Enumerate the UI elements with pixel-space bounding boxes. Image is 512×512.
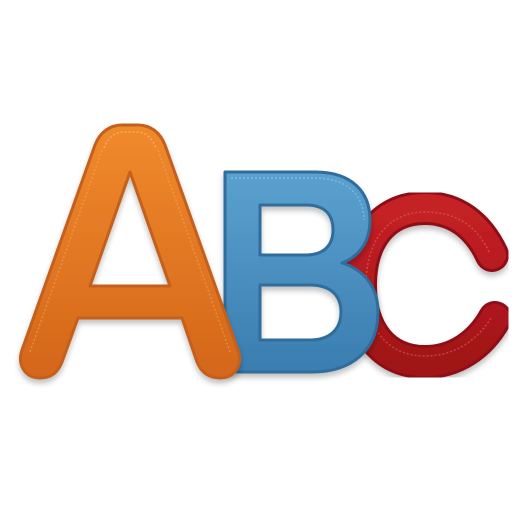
abc-letters-icon (19, 123, 512, 380)
letter-a (19, 123, 241, 380)
abc-logo-canvas: ABC (0, 0, 512, 512)
letter-b (223, 170, 380, 374)
letter-c (342, 190, 512, 380)
